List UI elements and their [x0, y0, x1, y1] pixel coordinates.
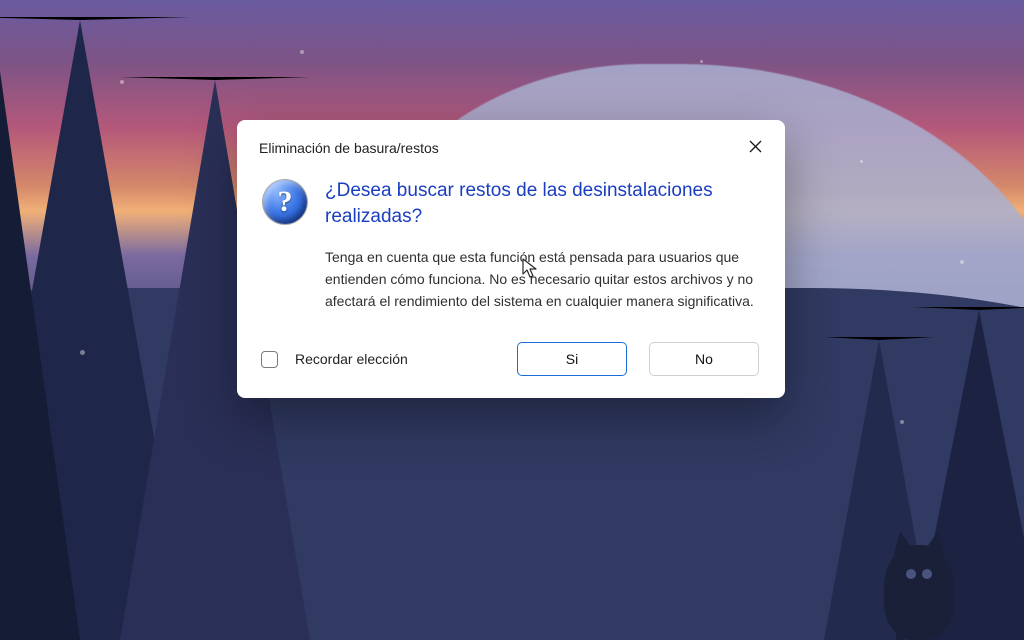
close-icon: [749, 140, 762, 153]
dialog-description: Tenga en cuenta que esta función está pe…: [325, 246, 757, 312]
owl-decoration: [874, 520, 964, 640]
close-button[interactable]: [743, 134, 767, 158]
no-button[interactable]: No: [649, 342, 759, 376]
remember-checkbox-label: Recordar elección: [295, 351, 408, 367]
confirm-dialog: Eliminación de basura/restos ? ¿Desea bu…: [237, 120, 785, 398]
question-icon: ?: [263, 180, 307, 224]
remember-checkbox[interactable]: [261, 351, 278, 368]
dialog-heading: ¿Desea buscar restos de las desinstalaci…: [325, 178, 757, 230]
dialog-title: Eliminación de basura/restos: [259, 134, 439, 158]
yes-button[interactable]: Si: [517, 342, 627, 376]
